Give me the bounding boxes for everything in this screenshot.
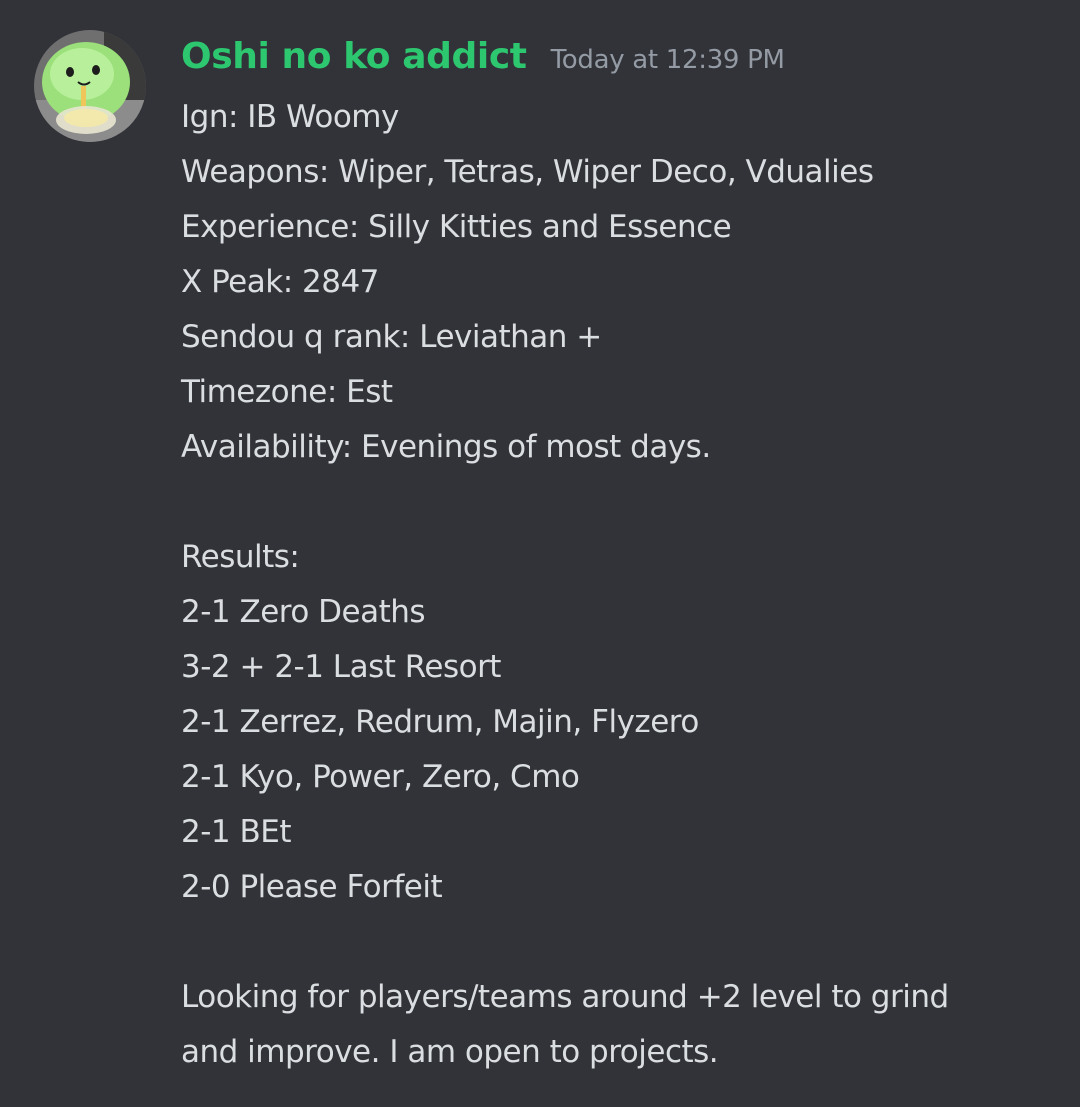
message-line: 3-2 + 2-1 Last Resort [181, 649, 501, 685]
message-line: Weapons: Wiper, Tetras, Wiper Deco, Vdua… [181, 154, 874, 190]
username[interactable]: Oshi no ko addict [181, 36, 527, 77]
message-line: Looking for players/teams around +2 leve… [181, 979, 949, 1015]
message-line: X Peak: 2847 [181, 264, 379, 300]
message-line: Ign: IB Woomy [181, 99, 399, 135]
message-line: Results: [181, 539, 300, 575]
message-content: Ign: IB Woomy Weapons: Wiper, Tetras, Wi… [181, 90, 1061, 1080]
avatar[interactable] [34, 30, 146, 142]
timestamp: Today at 12:39 PM [550, 45, 785, 75]
green-plush-avatar-icon [34, 30, 146, 142]
message-line: 2-1 BEt [181, 814, 292, 850]
message-line: 2-0 Please Forfeit [181, 869, 443, 905]
message-line: Timezone: Est [181, 374, 393, 410]
message-line: Sendou q rank: Leviathan + [181, 319, 602, 355]
message-line: 2-1 Zero Deaths [181, 594, 426, 630]
message-line: 2-1 Kyo, Power, Zero, Cmo [181, 759, 580, 795]
message-line: Availability: Evenings of most days. [181, 429, 711, 465]
message-line: Experience: Silly Kitties and Essence [181, 209, 732, 245]
message-line: 2-1 Zerrez, Redrum, Majin, Flyzero [181, 704, 699, 740]
message-header: Oshi no ko addict Today at 12:39 PM [181, 36, 785, 90]
message-line: and improve. I am open to projects. [181, 1034, 719, 1070]
chat-message: Oshi no ko addict Today at 12:39 PM Ign:… [0, 0, 1080, 1107]
